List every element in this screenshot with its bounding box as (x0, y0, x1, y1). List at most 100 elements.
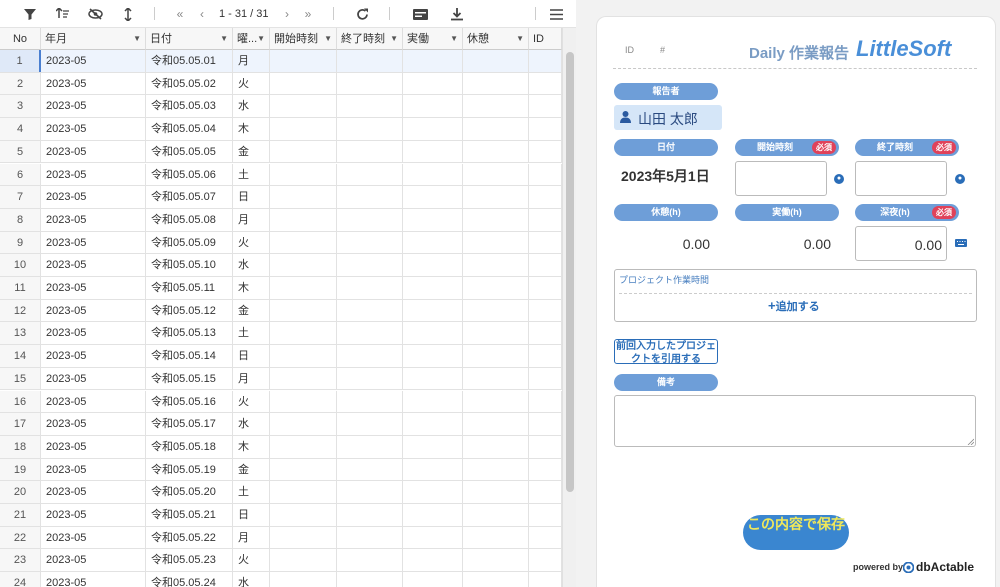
table-cell[interactable]: 令和05.05.08 (146, 208, 233, 231)
table-cell[interactable]: 月 (233, 526, 270, 549)
table-cell[interactable]: 令和05.05.14 (146, 345, 233, 367)
table-cell[interactable]: 2023-05 (41, 277, 146, 299)
table-cell[interactable] (403, 572, 463, 587)
table-cell[interactable]: 2023-05 (41, 299, 146, 322)
table-cell[interactable] (529, 254, 562, 276)
row-number[interactable]: 9 (0, 231, 41, 254)
table-row[interactable]: 24 2023-05 令和05.05.24 水 (0, 572, 562, 587)
column-header[interactable]: 実働 ▼ (403, 28, 463, 50)
last-page-icon[interactable]: » (300, 4, 316, 24)
table-cell[interactable] (337, 299, 403, 322)
table-cell[interactable] (463, 504, 529, 526)
table-cell[interactable] (270, 572, 337, 587)
table-cell[interactable] (270, 231, 337, 254)
clock-icon[interactable]: ● (955, 174, 965, 184)
table-cell[interactable] (270, 208, 337, 231)
row-number[interactable]: 7 (0, 186, 41, 208)
table-cell[interactable]: 2023-05 (41, 367, 146, 390)
row-number[interactable]: 6 (0, 163, 41, 186)
table-cell[interactable] (403, 231, 463, 254)
table-cell[interactable] (529, 572, 562, 587)
table-cell[interactable]: 2023-05 (41, 95, 146, 118)
table-cell[interactable]: 令和05.05.05 (146, 140, 233, 163)
table-cell[interactable] (270, 413, 337, 435)
row-number[interactable]: 1 (0, 50, 41, 72)
row-number[interactable]: 16 (0, 390, 41, 413)
table-cell[interactable]: 土 (233, 163, 270, 186)
header-row-number[interactable]: No (0, 28, 41, 50)
table-cell[interactable]: 日 (233, 186, 270, 208)
table-cell[interactable] (463, 254, 529, 276)
table-cell[interactable] (529, 526, 562, 549)
table-cell[interactable] (463, 572, 529, 587)
table-cell[interactable] (463, 549, 529, 572)
table-cell[interactable]: 2023-05 (41, 345, 146, 367)
table-cell[interactable]: 火 (233, 390, 270, 413)
table-cell[interactable] (337, 163, 403, 186)
table-cell[interactable]: 令和05.05.06 (146, 163, 233, 186)
table-row[interactable]: 13 2023-05 令和05.05.13 土 (0, 322, 562, 346)
table-cell[interactable] (337, 186, 403, 208)
table-cell[interactable] (463, 72, 529, 95)
table-cell[interactable] (463, 345, 529, 367)
table-cell[interactable] (337, 231, 403, 254)
table-cell[interactable]: 2023-05 (41, 322, 146, 345)
table-cell[interactable]: 令和05.05.07 (146, 186, 233, 208)
table-cell[interactable]: 火 (233, 72, 270, 95)
row-number[interactable]: 23 (0, 549, 41, 572)
table-cell[interactable] (337, 208, 403, 231)
row-number[interactable]: 21 (0, 504, 41, 526)
table-cell[interactable] (463, 208, 529, 231)
table-cell[interactable]: 令和05.05.11 (146, 277, 233, 299)
table-cell[interactable] (529, 458, 562, 481)
table-cell[interactable] (337, 50, 403, 72)
table-cell[interactable] (270, 367, 337, 390)
table-cell[interactable] (403, 186, 463, 208)
notes-textarea[interactable] (614, 395, 976, 447)
table-row[interactable]: 10 2023-05 令和05.05.10 水 (0, 254, 562, 277)
card-view-icon[interactable] (410, 4, 430, 24)
table-cell[interactable]: 火 (233, 231, 270, 254)
table-cell[interactable] (529, 367, 562, 390)
table-cell[interactable] (463, 299, 529, 322)
table-cell[interactable]: 2023-05 (41, 481, 146, 503)
reporter-field[interactable]: 山田 太郎 (614, 105, 722, 130)
table-cell[interactable] (270, 118, 337, 140)
table-cell[interactable]: 金 (233, 140, 270, 163)
table-cell[interactable] (403, 390, 463, 413)
row-number[interactable]: 10 (0, 254, 41, 276)
table-cell[interactable] (463, 390, 529, 413)
save-button[interactable]: この内容で保存 (743, 515, 849, 550)
table-cell[interactable]: 2023-05 (41, 50, 146, 72)
table-cell[interactable] (403, 481, 463, 503)
table-cell[interactable] (529, 413, 562, 435)
table-cell[interactable]: 令和05.05.02 (146, 72, 233, 95)
row-number[interactable]: 12 (0, 299, 41, 322)
table-cell[interactable] (403, 458, 463, 481)
table-row[interactable]: 2 2023-05 令和05.05.02 火 (0, 72, 562, 96)
row-number[interactable]: 19 (0, 458, 41, 481)
table-cell[interactable] (529, 208, 562, 231)
table-cell[interactable] (529, 95, 562, 118)
table-cell[interactable] (337, 254, 403, 276)
table-cell[interactable] (529, 504, 562, 526)
row-number[interactable]: 14 (0, 345, 41, 367)
row-number[interactable]: 18 (0, 435, 41, 458)
table-row[interactable]: 17 2023-05 令和05.05.17 水 (0, 413, 562, 436)
table-cell[interactable] (337, 481, 403, 503)
row-number[interactable]: 13 (0, 322, 41, 345)
table-cell[interactable] (270, 345, 337, 367)
row-number[interactable]: 3 (0, 95, 41, 118)
table-cell[interactable]: 令和05.05.13 (146, 322, 233, 345)
table-cell[interactable]: 2023-05 (41, 504, 146, 526)
table-cell[interactable] (463, 50, 529, 72)
table-cell[interactable] (403, 163, 463, 186)
table-cell[interactable] (463, 322, 529, 345)
column-header[interactable]: 休憩 ▼ (463, 28, 529, 50)
table-cell[interactable] (337, 72, 403, 95)
table-cell[interactable] (337, 140, 403, 163)
column-dropdown-icon[interactable]: ▼ (220, 28, 228, 49)
table-row[interactable]: 8 2023-05 令和05.05.08 月 (0, 208, 562, 232)
table-cell[interactable]: 令和05.05.09 (146, 231, 233, 254)
table-cell[interactable]: 水 (233, 254, 270, 276)
